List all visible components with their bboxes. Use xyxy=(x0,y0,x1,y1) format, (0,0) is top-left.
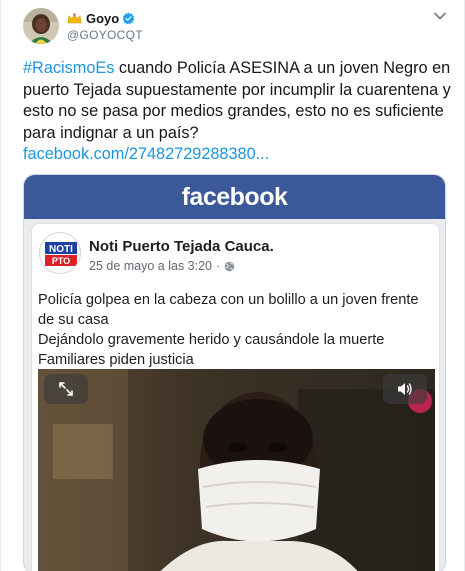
post-text-line: Dejándolo gravemente herido y causándole… xyxy=(38,332,385,348)
page-logo[interactable]: NOTI PTO xyxy=(39,232,81,274)
post-text-line: Policía golpea en la cabeza con un bolil… xyxy=(38,292,419,328)
author-handle[interactable]: @GOYOCQT xyxy=(67,27,143,43)
chevron-down-icon[interactable] xyxy=(434,12,446,20)
meta-separator: · xyxy=(216,259,221,273)
expand-icon xyxy=(59,382,73,396)
facebook-header: facebook xyxy=(24,175,445,219)
facebook-logo: facebook xyxy=(181,182,288,211)
tweet: Goyo @GOYOCQT #RacismoEs cuando Policía … xyxy=(0,0,465,571)
volume-button[interactable] xyxy=(383,374,427,404)
page-name[interactable]: Noti Puerto Tejada Cauca. xyxy=(89,238,274,255)
video-player[interactable] xyxy=(38,369,435,571)
crown-icon xyxy=(67,13,82,24)
post-text-line: Familiares piden justicia xyxy=(38,352,194,368)
video-frame xyxy=(38,369,435,571)
post-text: Policía golpea en la cabeza con un bolil… xyxy=(38,290,433,370)
page-logo-bottom-text: PTO xyxy=(52,256,70,266)
expand-button[interactable] xyxy=(44,374,88,404)
volume-icon xyxy=(398,383,412,395)
page-logo-top-text: NOTI xyxy=(49,244,73,255)
facebook-post: NOTI PTO Noti Puerto Tejada Cauca. 25 de… xyxy=(31,223,440,571)
link-preview-card[interactable]: facebook NOTI PTO Noti Puerto Tejada Cau… xyxy=(23,174,446,571)
hashtag-link[interactable]: #RacismoEs xyxy=(23,59,114,77)
author-name-row: Goyo xyxy=(67,10,143,27)
page-logo-image: NOTI PTO xyxy=(40,233,80,273)
globe-icon xyxy=(224,261,235,271)
verified-badge-icon xyxy=(122,12,135,25)
tweet-url-link[interactable]: facebook.com/27482729288380... xyxy=(23,145,269,163)
post-date[interactable]: 25 de mayo a las 3:20 xyxy=(89,259,212,273)
tweet-author: Goyo @GOYOCQT xyxy=(67,10,143,43)
author-name[interactable]: Goyo xyxy=(86,10,119,27)
avatar[interactable] xyxy=(23,8,59,44)
post-meta: 25 de mayo a las 3:20 · xyxy=(89,259,235,273)
avatar-image xyxy=(23,8,59,44)
tweet-text: #RacismoEs cuando Policía ASESINA a un j… xyxy=(23,58,453,166)
